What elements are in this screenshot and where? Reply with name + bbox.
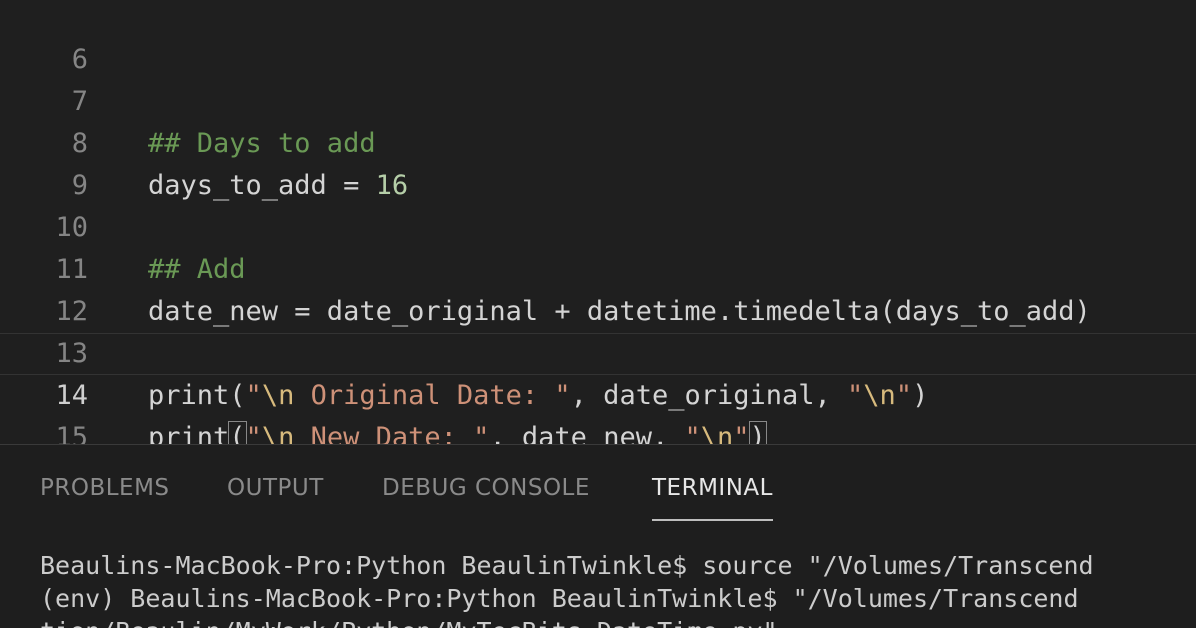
- code-line[interactable]: 10 ## Add: [0, 165, 1196, 285]
- terminal-line: tion/Beaulin/MyWork/Python/MyTecBits_Dat…: [40, 615, 778, 628]
- panel-tabs: PROBLEMS OUTPUT DEBUG CONSOLE TERMINAL: [0, 445, 1196, 525]
- tab-terminal[interactable]: TERMINAL: [652, 475, 773, 521]
- tab-problems[interactable]: PROBLEMS: [40, 475, 170, 515]
- code-line[interactable]: 13 print("\n Original Date: ", date_orig…: [0, 291, 1196, 411]
- code-line[interactable]: 8 days_to_add = 16: [0, 81, 1196, 201]
- tab-output[interactable]: OUTPUT: [227, 475, 324, 515]
- code-line[interactable]: 7 ## Days to add: [0, 39, 1196, 159]
- bottom-panel: PROBLEMS OUTPUT DEBUG CONSOLE TERMINAL B…: [0, 445, 1196, 628]
- terminal-line: (env) Beaulins-MacBook-Pro:Python Beauli…: [40, 584, 1079, 613]
- code-line[interactable]: 11 date_new = date_original + datetime.t…: [0, 207, 1196, 327]
- code-line[interactable]: 6: [0, 0, 1196, 75]
- code-line[interactable]: 15: [0, 375, 1196, 444]
- code-line[interactable]: 9: [0, 123, 1196, 201]
- code-line[interactable]: 16: [0, 417, 1196, 444]
- tab-debug-console[interactable]: DEBUG CONSOLE: [382, 475, 590, 515]
- terminal-line: Beaulins-MacBook-Pro:Python BeaulinTwink…: [40, 551, 1094, 580]
- code-editor[interactable]: 6 7 ## Days to add 8 days_to_add = 16 9 …: [0, 0, 1196, 444]
- code-line-current[interactable]: 14 print("\n New Date: ", date_new, "\n"…: [0, 333, 1196, 444]
- code-line[interactable]: 12: [0, 249, 1196, 327]
